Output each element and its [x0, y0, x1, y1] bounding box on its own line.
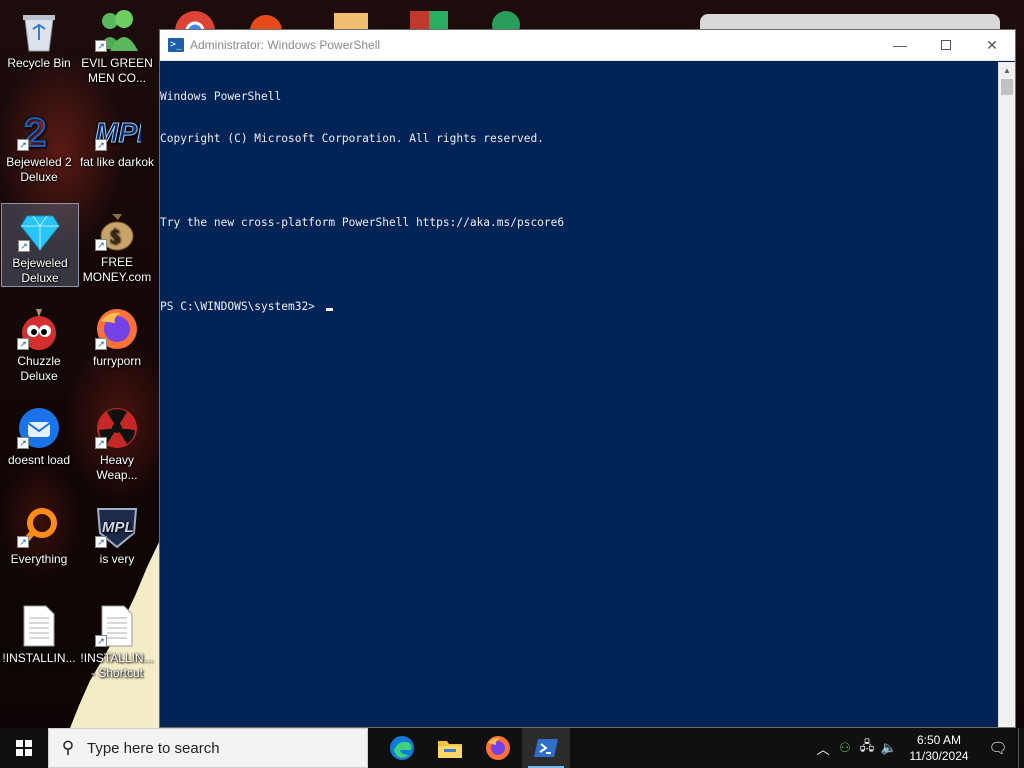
background-window-edge: [700, 14, 1000, 30]
icon-label: furryporn: [92, 354, 142, 368]
recycle-bin-icon: [15, 8, 63, 54]
svg-text:MPL: MPL: [102, 519, 134, 536]
taskbar-powershell[interactable]: [522, 728, 570, 768]
icon-label: FREE MONEY.com: [82, 255, 152, 284]
powershell-icon: >_: [168, 38, 184, 52]
minimize-icon: —: [893, 37, 907, 53]
notification-icon[interactable]: 🗨: [978, 739, 1018, 757]
radiation-icon: ↗: [93, 405, 141, 451]
desktop-icon-everything[interactable]: ↗ Everything: [0, 500, 78, 584]
desktop-icon-free-money[interactable]: $ ↗ FREE MONEY.com: [78, 203, 156, 287]
chevron-up-icon[interactable]: ︿: [812, 739, 834, 758]
show-desktop-button[interactable]: [1018, 728, 1024, 768]
icon-label: doesnt load: [7, 453, 71, 467]
taskbar-clock[interactable]: 6:50 AM 11/30/2024: [900, 732, 978, 764]
icon-label: is very: [99, 552, 135, 566]
windows-logo-icon: [16, 740, 32, 756]
search-icon: ⚲: [61, 738, 75, 757]
maximize-icon: [941, 40, 951, 50]
firefox-icon: ↗: [93, 306, 141, 352]
icon-label: Bejeweled 2 Deluxe: [6, 155, 72, 184]
text-cursor: [325, 308, 333, 311]
volume-icon[interactable]: 🔈: [878, 740, 900, 756]
taskbar-file-explorer[interactable]: [426, 728, 474, 768]
firefox-icon: [486, 736, 510, 760]
console-line: Copyright (C) Microsoft Corporation. All…: [160, 132, 544, 145]
clock-date: 11/30/2024: [909, 749, 969, 763]
chuzzle-icon: ↗: [15, 306, 63, 352]
desktop-icon-is-very[interactable]: MPL ↗ is very: [78, 500, 156, 584]
icon-label: fat like darkok: [79, 155, 155, 169]
desktop-icon-doesnt-load[interactable]: ↗ doesnt load: [0, 401, 78, 485]
icon-label: Chuzzle Deluxe: [17, 354, 61, 383]
bejeweled2-icon: 2 ↗: [15, 107, 63, 153]
vertical-scrollbar[interactable]: ▲: [998, 62, 1015, 727]
powershell-window[interactable]: >_ Administrator: Windows PowerShell — ✕…: [159, 29, 1016, 728]
desktop-icon-recycle-bin[interactable]: Recycle Bin: [0, 4, 78, 88]
desktop-icon-chuzzle-deluxe[interactable]: ↗ Chuzzle Deluxe: [0, 302, 78, 386]
taskbar: ⚲ Type here to search ︿ ⚇ 🖧 🔈 6:50 AM 11…: [0, 728, 1024, 768]
people-tray-icon[interactable]: ⚇: [834, 740, 856, 756]
title-bar[interactable]: >_ Administrator: Windows PowerShell — ✕: [160, 30, 1015, 61]
icon-label: !INSTALLIN... - Shortcut: [80, 651, 154, 680]
desktop-icon-bejeweled-2[interactable]: 2 ↗ Bejeweled 2 Deluxe: [0, 103, 78, 187]
desktop-icon-fat-like-darkok[interactable]: MPL ↗ fat like darkok: [78, 103, 156, 187]
console-line: Try the new cross-platform PowerShell ht…: [160, 216, 565, 229]
text-document-icon: [15, 603, 63, 649]
console-line: Windows PowerShell: [160, 90, 282, 103]
powershell-icon: [534, 739, 558, 757]
command-prompt: PS C:\WINDOWS\system32>: [160, 300, 322, 313]
network-icon[interactable]: 🖧: [856, 737, 878, 759]
console-output[interactable]: Windows PowerShell Copyright (C) Microso…: [160, 62, 998, 727]
desktop-icon-installing-text[interactable]: !INSTALLIN...: [0, 599, 78, 683]
desktop-icon-furryporn[interactable]: ↗ furryporn: [78, 302, 156, 386]
icon-label: Everything: [10, 552, 68, 566]
desktop-icon-bejeweled-deluxe[interactable]: ↗ Bejeweled Deluxe: [1, 203, 79, 287]
close-icon: ✕: [986, 36, 998, 53]
icon-label: Heavy Weap...: [96, 453, 138, 482]
icon-label: EVIL GREEN MEN CO...: [81, 56, 153, 85]
file-explorer-icon: [438, 741, 462, 758]
clock-time: 6:50 AM: [916, 733, 962, 747]
money-bag-icon: $ ↗: [93, 207, 141, 253]
obscured-top-icons: [175, 11, 520, 31]
window-title: Administrator: Windows PowerShell: [190, 38, 381, 52]
taskbar-firefox[interactable]: [474, 728, 522, 768]
everything-search-icon: ↗: [15, 504, 63, 550]
maximize-button[interactable]: [923, 30, 969, 61]
mpl-logo-icon: MPL ↗: [93, 107, 141, 153]
svg-text:$: $: [110, 226, 120, 248]
desktop-icon-installing-shortcut[interactable]: ↗ !INSTALLIN... - Shortcut: [78, 599, 156, 683]
search-placeholder: Type here to search: [87, 739, 220, 757]
icon-label: !INSTALLIN...: [2, 651, 76, 665]
character-icon: [492, 11, 520, 31]
diamond-icon: ↗: [16, 208, 64, 254]
minimize-button[interactable]: —: [877, 30, 923, 61]
icon-label: Recycle Bin: [7, 56, 71, 70]
desktop-icon-heavy-weapon[interactable]: ↗ Heavy Weap...: [78, 401, 156, 485]
system-tray: ︿ ⚇ 🖧 🔈 6:50 AM 11/30/2024 🗨: [812, 728, 1024, 768]
taskbar-edge[interactable]: [378, 728, 426, 768]
taskbar-search[interactable]: ⚲ Type here to search: [48, 728, 368, 768]
desktop-icon-evil-green-men[interactable]: ↗ EVIL GREEN MEN CO...: [78, 4, 156, 88]
start-button[interactable]: [0, 728, 48, 768]
scroll-up-arrow-icon[interactable]: ▲: [999, 62, 1015, 79]
mpl-shield-icon: MPL ↗: [93, 504, 141, 550]
green-people-icon: ↗: [93, 8, 141, 54]
prompt-line[interactable]: PS C:\WINDOWS\system32>: [160, 300, 998, 314]
icon-label: Bejeweled Deluxe: [12, 256, 68, 285]
scrollbar-thumb[interactable]: [1001, 79, 1013, 95]
close-button[interactable]: ✕: [969, 30, 1015, 61]
thunderbird-icon: ↗: [15, 405, 63, 451]
edge-icon: [390, 736, 414, 760]
text-document-icon: ↗: [93, 603, 141, 649]
